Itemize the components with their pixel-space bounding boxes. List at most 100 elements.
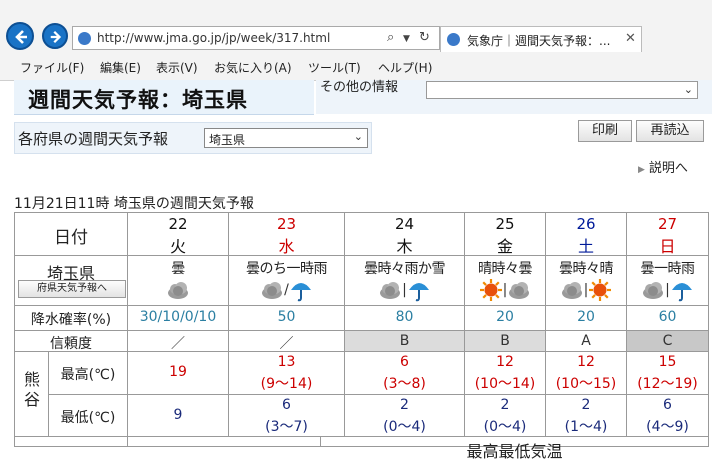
back-button[interactable]	[6, 22, 34, 50]
day-number: 22	[168, 215, 188, 233]
weather-text: 晴時々曇	[478, 261, 533, 277]
search-icon[interactable]: ⌕	[387, 30, 394, 45]
min-temp-cell: 6 (4〜9)	[626, 394, 709, 437]
day-header-cell: 22 火	[127, 212, 229, 256]
weather-text: 曇	[171, 261, 185, 277]
site-icon	[78, 32, 91, 45]
prefecture-select[interactable]: 埼玉県 ⌄	[204, 128, 368, 148]
address-url: http://www.jma.go.jp/jp/week/317.html	[97, 31, 331, 45]
region-forecast-button[interactable]: 府県天気予報へ	[18, 280, 126, 298]
footer-cell-left	[14, 436, 128, 447]
menu-edit[interactable]: 編集(E)	[100, 59, 141, 76]
menu-bar: ファイル(F) 編集(E) 表示(V) お気に入り(A) ツール(T) ヘルプ(…	[0, 56, 712, 78]
weather-cell: 曇時々雨か雪 |	[344, 255, 465, 306]
explain-link[interactable]: ▶ 説明へ	[638, 157, 688, 176]
precip-cell: 30/10/0/10	[127, 305, 229, 331]
min-temp: 2	[500, 397, 510, 413]
footer-title: 最高最低気温	[466, 442, 563, 461]
precip-cell: 20	[464, 305, 546, 331]
min-temp: 6	[663, 397, 672, 413]
prefecture-label: 各府県の週間天気予報	[18, 130, 169, 148]
precip-cell: 20	[545, 305, 627, 331]
precip-value: 80	[395, 309, 414, 325]
weather-text: 曇のち一時雨	[246, 261, 328, 277]
address-bar[interactable]: http://www.jma.go.jp/jp/week/317.html ⌕ …	[72, 26, 440, 50]
day-of-week: 木	[396, 237, 413, 256]
reliability-value: B	[500, 333, 510, 349]
precip-cell: 50	[228, 305, 345, 331]
max-temp-cell: 15 (12〜19)	[626, 351, 709, 395]
footer-cell-right: 最高最低気温	[320, 436, 709, 461]
city-name: 熊谷	[23, 370, 40, 409]
region-cell: 埼玉県 府県天気予報へ	[14, 255, 128, 306]
umbrella-icon	[290, 283, 311, 302]
city-cell: 熊谷	[14, 351, 49, 437]
max-temp: 12	[577, 354, 595, 370]
footer-cell-mid	[127, 436, 321, 447]
menu-help[interactable]: ヘルプ(H)	[378, 59, 432, 76]
date-header-cell: 日付	[14, 212, 128, 256]
min-label: 最低(℃)	[60, 410, 116, 426]
min-temp-cell: 2 (0〜4)	[344, 394, 465, 437]
max-temp-cell: 6 (3〜8)	[344, 351, 465, 395]
tab-title: 気象庁｜週間天気予報：...	[467, 34, 611, 48]
page-title: 週間天気予報：埼玉県	[28, 88, 248, 112]
reliability-cell: B	[344, 330, 465, 352]
min-temp-cell: 2 (0〜4)	[464, 394, 546, 437]
day-header-cell: 25 金	[464, 212, 546, 256]
max-temp: 13	[277, 354, 296, 370]
weather-cell: 曇のち一時雨 /	[228, 255, 345, 306]
max-temp: 12	[496, 354, 514, 370]
sun-icon	[479, 279, 502, 301]
cloud-icon	[561, 282, 582, 299]
weather-cell: 曇	[127, 255, 229, 306]
reliability-cell: ／	[228, 330, 345, 352]
weather-icons: /	[229, 278, 344, 302]
precip-value: 50	[277, 309, 296, 325]
day-header-cell: 26 土	[545, 212, 627, 256]
max-label: 最高(℃)	[60, 367, 116, 383]
day-number: 25	[495, 215, 515, 233]
menu-favorites[interactable]: お気に入り(A)	[214, 59, 292, 76]
weather-text: 曇一時雨	[640, 261, 696, 277]
forecast-caption: 11月21日11時 埼玉県の週間天気予報	[14, 196, 254, 212]
dropdown-icon[interactable]: ▼	[403, 34, 410, 44]
weather-cell: 曇時々晴 |	[545, 255, 627, 306]
umbrella-icon	[408, 283, 429, 302]
max-temp-range: (12〜19)	[637, 376, 698, 392]
reliability-value: A	[581, 333, 591, 349]
cloud-icon	[168, 282, 188, 299]
triangle-right-icon: ▶	[638, 165, 645, 175]
refresh-icon[interactable]: ↻	[419, 30, 430, 45]
other-info-select[interactable]: ⌄	[426, 81, 698, 99]
browser-tab[interactable]: 気象庁｜週間天気予報：... ✕	[440, 26, 642, 52]
forward-button[interactable]	[42, 23, 68, 49]
reliability-value: ／	[279, 336, 294, 352]
chevron-down-icon: ⌄	[683, 83, 693, 96]
reliability-cell: ／	[127, 330, 229, 352]
menu-file[interactable]: ファイル(F)	[20, 59, 84, 76]
menu-view[interactable]: 表示(V)	[156, 59, 198, 76]
reliability-value: B	[399, 333, 410, 349]
max-temp-cell: 13 (9〜14)	[228, 351, 345, 395]
cloud-icon	[380, 282, 401, 299]
reliability-value: ／	[171, 336, 185, 352]
weather-icons	[128, 278, 228, 302]
min-temp-cell: 2 (1〜4)	[545, 394, 627, 437]
explain-link-label: 説明へ	[648, 161, 688, 176]
weather-icons: |	[465, 278, 545, 302]
reload-button[interactable]: 再読込	[636, 120, 704, 142]
menu-tools[interactable]: ツール(T)	[308, 59, 361, 76]
day-of-week: 金	[496, 237, 513, 256]
weather-icons: |	[546, 278, 626, 302]
precip-value: 20	[496, 309, 514, 325]
day-header-cell: 27 日	[626, 212, 709, 256]
arrow-right-icon	[50, 30, 62, 44]
cloud-icon	[643, 282, 664, 299]
precip-value: 60	[658, 309, 677, 325]
day-number: 23	[276, 215, 297, 233]
min-label-cell: 最低(℃)	[48, 394, 128, 437]
day-number: 26	[576, 215, 596, 233]
close-tab-icon[interactable]: ✕	[625, 31, 636, 46]
print-button[interactable]: 印刷	[578, 120, 632, 142]
